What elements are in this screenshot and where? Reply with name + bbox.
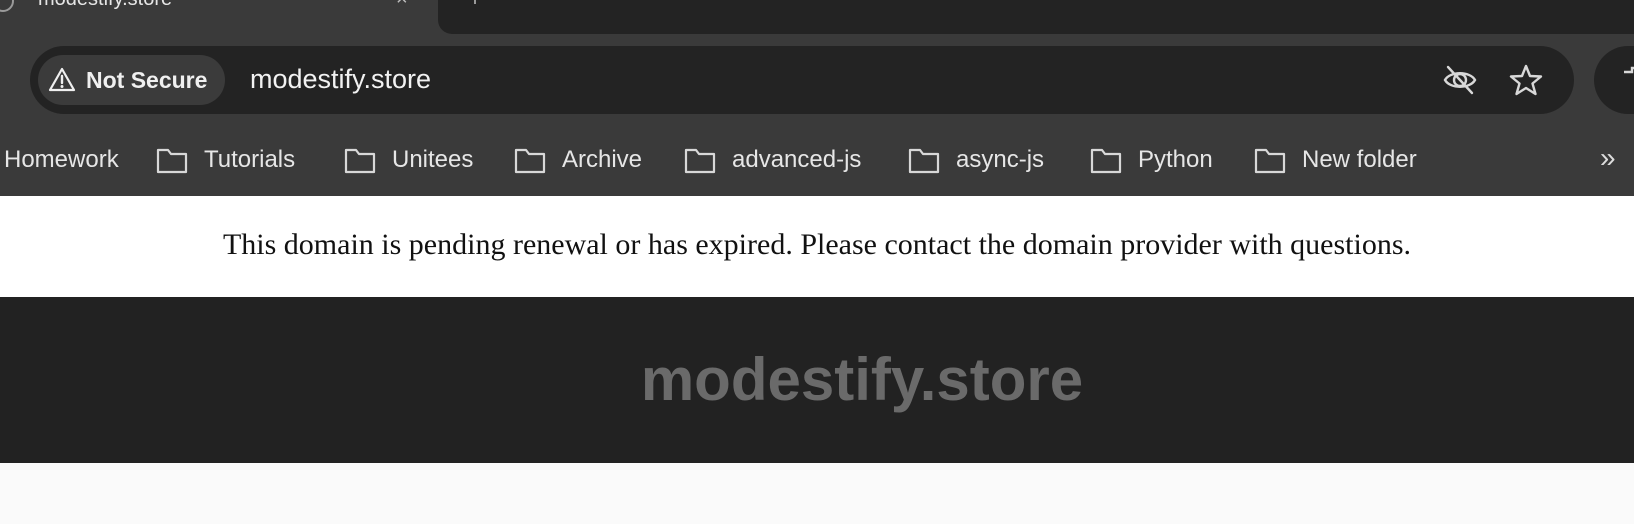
bookmark-folder-advanced-js[interactable]: advanced-js [684, 140, 861, 180]
eye-off-icon[interactable] [1442, 62, 1478, 98]
expired-notice: This domain is pending renewal or has ex… [0, 196, 1634, 297]
tab-separator [474, 0, 476, 4]
bookmarks-overflow-icon[interactable]: » [1600, 142, 1616, 174]
security-indicator-button[interactable]: Not Secure [38, 55, 226, 105]
bookmark-label: advanced-js [732, 146, 862, 173]
globe-icon [0, 0, 14, 12]
bookmarks-bar: Homework Tutorials Unitees Archive advan… [0, 124, 1634, 196]
bookmark-label: async-js [956, 146, 1045, 173]
bookmark-folder-unitees[interactable]: Unitees [344, 140, 473, 180]
folder-icon [1090, 148, 1122, 174]
bookmark-label: Tutorials [204, 146, 296, 173]
tab-title: modestify.store [38, 0, 172, 11]
folder-icon [908, 148, 940, 174]
page-blank-area [0, 463, 1634, 524]
notice-text: This domain is pending renewal or has ex… [222, 228, 1412, 261]
folder-icon [514, 148, 546, 174]
folder-icon [1254, 148, 1286, 174]
bookmark-folder-tutorials[interactable]: Tutorials [156, 140, 295, 180]
close-tab-icon[interactable]: × [396, 0, 408, 11]
tab-area[interactable] [438, 0, 1634, 34]
bookmark-star-icon[interactable] [1508, 62, 1544, 98]
active-tab[interactable]: modestify.store × [0, 0, 420, 34]
warning-icon [48, 67, 76, 92]
bookmark-label: Homework [4, 146, 119, 173]
bookmark-folder-async-js[interactable]: async-js [908, 140, 1044, 180]
bookmark-label: Unitees [392, 146, 474, 173]
bookmark-folder-python[interactable]: Python [1090, 140, 1213, 180]
banner-title: modestify.store [640, 346, 1084, 413]
bookmark-folder-archive[interactable]: Archive [514, 140, 642, 180]
bookmark-label: Python [1138, 146, 1213, 173]
folder-icon [684, 148, 716, 174]
folder-icon [344, 148, 376, 174]
domain-banner: modestify.store [0, 297, 1634, 463]
url-text[interactable]: modestify.store [250, 64, 431, 95]
bookmark-label: Archive [562, 146, 643, 173]
folder-icon [156, 148, 188, 174]
toolbar: Not Secure modestify.store [0, 34, 1634, 124]
bookmark-folder-new-folder[interactable]: New folder [1254, 140, 1417, 180]
security-label: Not Secure [86, 66, 208, 93]
bookmark-homework[interactable]: Homework [4, 140, 119, 180]
address-bar[interactable]: Not Secure modestify.store [30, 46, 1574, 114]
bookmark-label: New folder [1302, 146, 1417, 173]
extension-icon [1624, 66, 1634, 74]
